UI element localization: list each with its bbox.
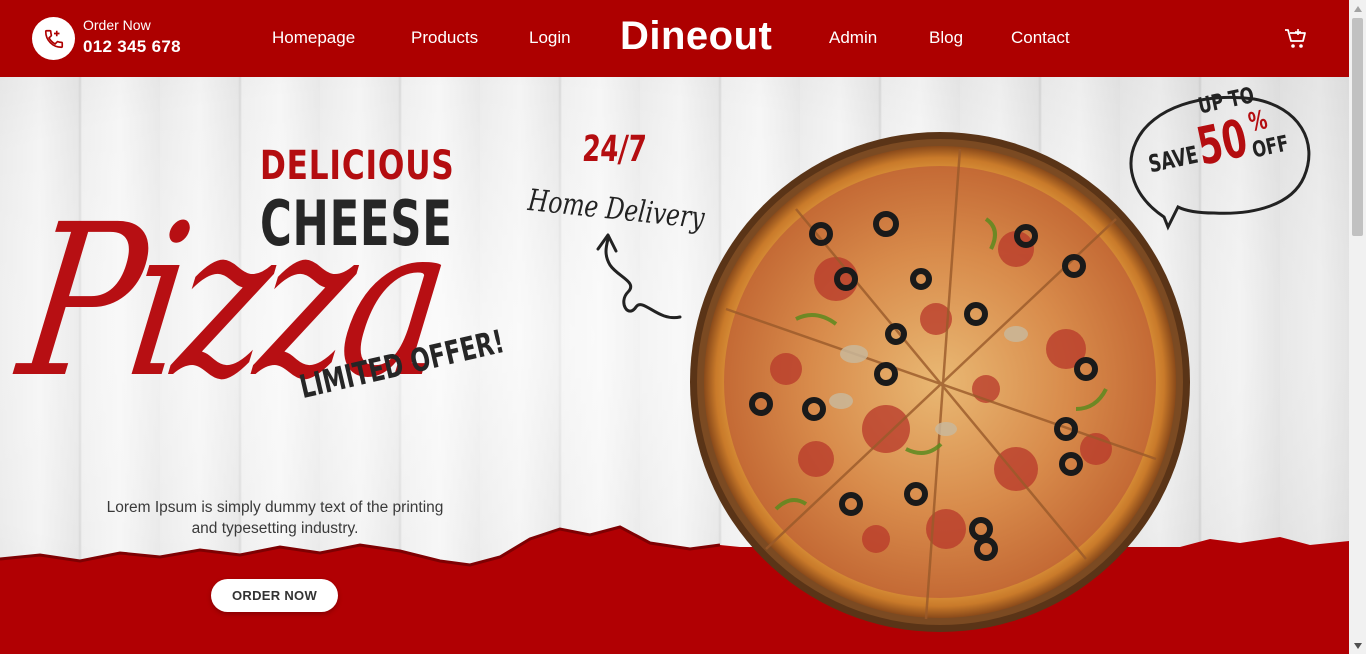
order-phone-number[interactable]: 012 345 678 <box>83 37 181 57</box>
nav-homepage[interactable]: Homepage <box>272 28 355 48</box>
cart-add-icon[interactable] <box>1284 28 1308 50</box>
hero-description: Lorem Ipsum is simply dummy text of the … <box>106 499 444 537</box>
nav-contact[interactable]: Contact <box>1011 28 1070 48</box>
order-now-label: Order Now <box>83 17 151 33</box>
scroll-down-arrow-icon[interactable] <box>1349 637 1366 654</box>
nav-admin[interactable]: Admin <box>829 28 877 48</box>
scrollbar-thumb[interactable] <box>1352 18 1363 236</box>
scroll-up-arrow-icon[interactable] <box>1349 0 1366 17</box>
phone-icon[interactable] <box>32 17 75 60</box>
badge-247: 24/7 <box>580 129 648 170</box>
hero-banner: Pizza DELICIOUS CHEESE LIMITED OFFER! 24… <box>0 77 1349 654</box>
nav-blog[interactable]: Blog <box>929 28 963 48</box>
order-now-button[interactable]: ORDER NOW <box>211 579 338 612</box>
nav-login[interactable]: Login <box>529 28 571 48</box>
hero-line-delicious: DELICIOUS <box>260 143 455 189</box>
squiggle-arrow-icon <box>596 233 682 320</box>
pizza-image <box>690 132 1190 632</box>
top-navbar: Order Now 012 345 678 Homepage Products … <box>0 0 1349 77</box>
nav-products[interactable]: Products <box>411 28 478 48</box>
brand-logo[interactable]: Dineout <box>620 14 772 59</box>
page-scrollbar[interactable] <box>1349 0 1366 654</box>
hero-line-cheese: CHEESE <box>260 187 453 260</box>
